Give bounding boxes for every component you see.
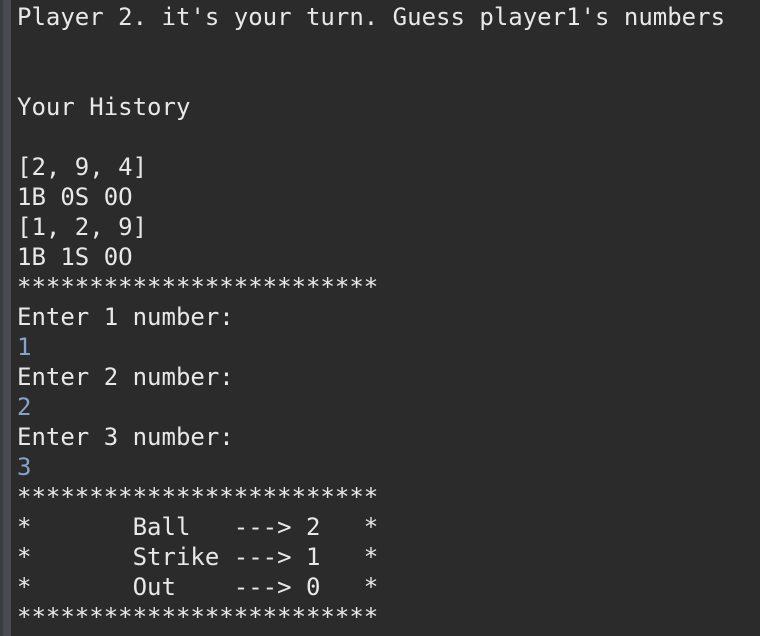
history-result: 1B 1S 0O	[17, 243, 133, 271]
history-heading: Your History	[17, 93, 191, 121]
console-output: Player 2. it's your turn. Guess player1'…	[17, 2, 725, 632]
history-guess: [1, 2, 9]	[17, 213, 148, 241]
input-value: 1	[17, 333, 32, 361]
separator: *************************	[17, 273, 379, 301]
input-value: 2	[17, 393, 32, 421]
input-prompt: Enter 3 number:	[17, 423, 234, 451]
result-ball: * Ball ---> 2 *	[17, 513, 379, 541]
history-guess: [2, 9, 4]	[17, 153, 148, 181]
separator: *************************	[17, 483, 379, 511]
input-prompt: Enter 1 number:	[17, 303, 234, 331]
result-out: * Out ---> 0 *	[17, 573, 379, 601]
console-gutter	[0, 0, 11, 636]
input-value: 3	[17, 453, 32, 481]
history-result: 1B 0S 0O	[17, 183, 133, 211]
separator: *************************	[17, 603, 379, 631]
input-prompt: Enter 2 number:	[17, 363, 234, 391]
result-strike: * Strike ---> 1 *	[17, 543, 379, 571]
turn-prompt: Player 2. it's your turn. Guess player1'…	[17, 3, 726, 31]
